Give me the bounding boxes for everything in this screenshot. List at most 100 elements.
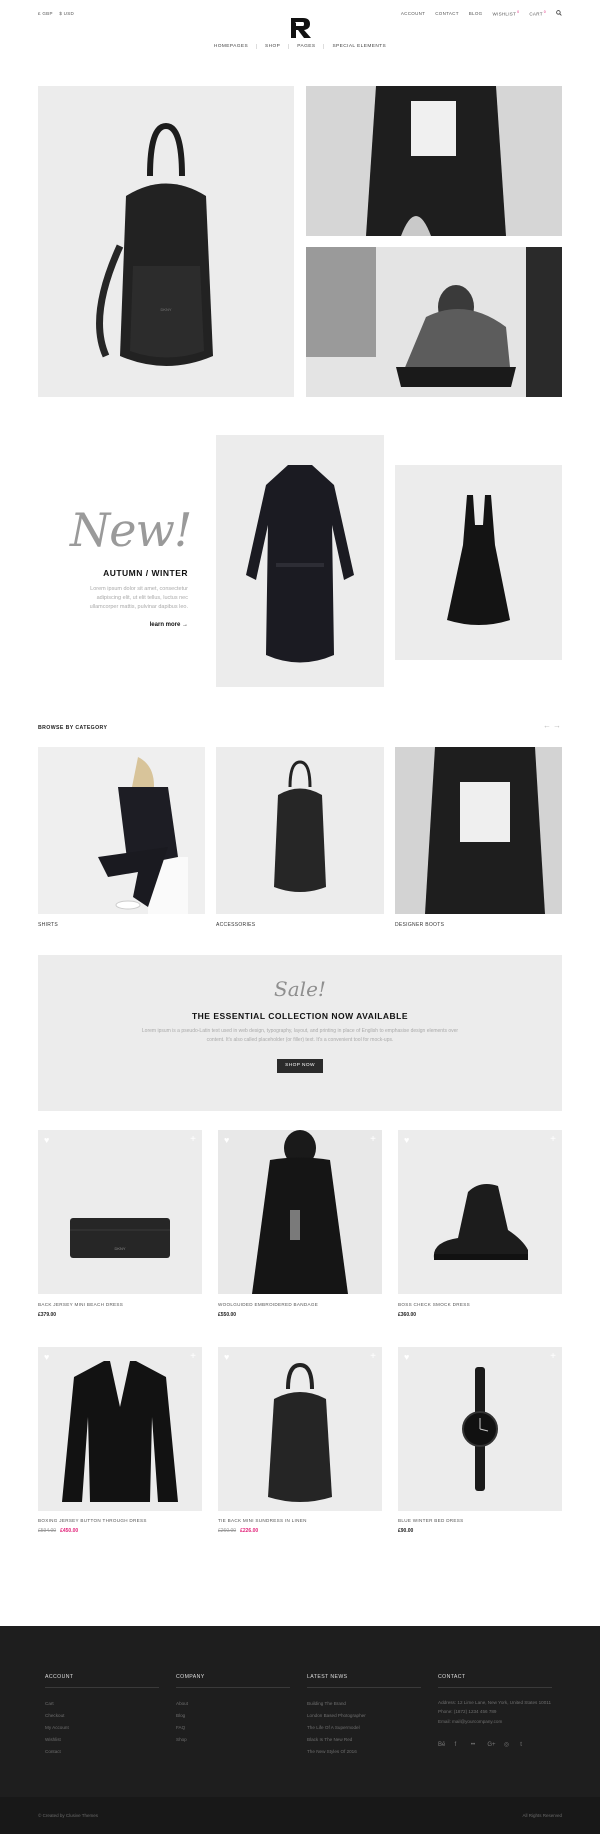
wishlist-heart-icon[interactable]: ♥ — [44, 1136, 53, 1145]
add-to-cart-icon[interactable]: + — [550, 1352, 556, 1362]
nav-shop[interactable]: SHOP — [256, 44, 288, 49]
shop-now-button[interactable]: SHOP NOW — [277, 1059, 323, 1073]
currency-gbp[interactable]: £ GBP — [38, 11, 53, 16]
promo-title: AUTUMN / WINTER — [103, 568, 188, 578]
divider — [45, 1687, 159, 1688]
wishlist-heart-icon[interactable]: ♥ — [404, 1136, 413, 1145]
product-card-image[interactable]: ♥ + — [218, 1130, 382, 1294]
google-plus-icon[interactable]: G+ — [487, 1742, 495, 1748]
product-card-image[interactable]: ♥ + — [398, 1130, 562, 1294]
category-shirts-image[interactable] — [38, 747, 205, 914]
footer-link[interactable]: Wishlist — [45, 1734, 159, 1746]
promo-coat-image[interactable] — [216, 435, 384, 687]
footer-col-news: LATEST NEWS Building The Brand London Ba… — [307, 1674, 421, 1758]
nav-pages[interactable]: PAGES — [288, 44, 323, 49]
product-price: £379.00 — [38, 1312, 56, 1318]
category-next-arrow[interactable]: → — [553, 721, 561, 730]
product-card-image[interactable]: DKNY ♥ + — [38, 1130, 202, 1294]
toplink-account[interactable]: ACCOUNT — [401, 11, 425, 16]
facebook-icon[interactable]: f — [454, 1742, 460, 1748]
add-to-cart-icon[interactable]: + — [370, 1352, 376, 1362]
top-links: ACCOUNT CONTACT BLOG WISHLIST0 CART0 — [401, 10, 562, 17]
currency-usd[interactable]: $ USD — [59, 11, 74, 16]
hero-model-image[interactable] — [306, 247, 562, 397]
footer-link[interactable]: Shop — [176, 1734, 290, 1746]
product-price-value: £550.00 — [218, 1312, 237, 1318]
wishlist-heart-icon[interactable]: ♥ — [224, 1353, 233, 1362]
site-logo[interactable] — [285, 16, 315, 40]
add-to-cart-icon[interactable]: + — [190, 1352, 196, 1362]
product-price: £90.00 — [398, 1528, 413, 1534]
contact-email[interactable]: Email: mail@yourcompany.com — [438, 1717, 552, 1727]
footer-link[interactable]: Building The Brand — [307, 1698, 421, 1710]
footer-link[interactable]: The New Styles Of 2016 — [307, 1746, 421, 1758]
product-card-image[interactable]: ♥ + — [398, 1347, 562, 1511]
twitter-icon[interactable]: t — [520, 1742, 526, 1748]
behance-icon[interactable]: Bē — [438, 1742, 445, 1748]
add-to-cart-icon[interactable]: + — [550, 1135, 556, 1145]
toplink-contact[interactable]: CONTACT — [435, 11, 459, 16]
product-card-image[interactable]: ♥ + — [218, 1347, 382, 1511]
category-shirts-label[interactable]: SHIRTS — [38, 922, 58, 928]
category-accessories-image[interactable] — [216, 747, 384, 914]
add-to-cart-icon[interactable]: + — [190, 1135, 196, 1145]
hero-backpack-image[interactable]: DKNY — [38, 86, 294, 397]
product-name[interactable]: BACK JERSEY MINI BEACH DRESS — [38, 1302, 123, 1307]
footer-contact-title: CONTACT — [438, 1674, 466, 1680]
copyright-bar: © Created by Clusive Themes All Rights R… — [0, 1797, 600, 1834]
footer-link[interactable]: Contact — [45, 1746, 159, 1758]
product-old-price: £594.00 — [38, 1528, 57, 1534]
wishlist-heart-icon[interactable]: ♥ — [224, 1136, 233, 1145]
product-price: £360.00 — [398, 1312, 416, 1318]
toplink-wishlist[interactable]: WISHLIST0 — [492, 10, 519, 17]
footer-link[interactable]: About — [176, 1698, 290, 1710]
social-links: Bē f •• G+ ◎ t — [438, 1733, 552, 1751]
instagram-icon[interactable]: ◎ — [504, 1742, 510, 1748]
category-prev-arrow[interactable]: ← — [543, 721, 551, 730]
footer-link[interactable]: London Based Photographer — [307, 1710, 421, 1722]
category-accessories-label[interactable]: ACCESSORIES — [216, 922, 255, 928]
toplink-cart[interactable]: CART0 — [529, 10, 546, 17]
footer-link[interactable]: Blog — [176, 1710, 290, 1722]
cart-count: 0 — [543, 10, 546, 15]
footer-link[interactable]: Cart — [45, 1698, 159, 1710]
product-old-price: £260.00 — [218, 1528, 237, 1534]
footer-account-title: ACCOUNT — [45, 1674, 74, 1680]
product-card-image[interactable]: ♥ + — [38, 1347, 202, 1511]
toplink-blog[interactable]: BLOG — [469, 11, 483, 16]
currency-switcher[interactable]: £ GBP $ USD — [38, 11, 79, 16]
wishlist-heart-icon[interactable]: ♥ — [44, 1353, 53, 1362]
copyright-text: © Created by Clusive Themes — [38, 1813, 99, 1818]
add-to-cart-icon[interactable]: + — [370, 1135, 376, 1145]
product-price-value: £450.00 — [60, 1528, 79, 1534]
footer-company-title: COMPANY — [176, 1674, 205, 1680]
product-name[interactable]: WOOLGUIDED EMBROIDERED BANDAGE — [218, 1302, 318, 1307]
nav-homepages[interactable]: HOMEPAGES — [206, 44, 256, 49]
footer-col-company: COMPANY About Blog FAQ Shop — [176, 1674, 290, 1746]
search-icon[interactable] — [556, 10, 562, 17]
promo-dress-image[interactable] — [395, 465, 562, 660]
wishlist-heart-icon[interactable]: ♥ — [404, 1353, 413, 1362]
product-name[interactable]: BOSS CHECK SMOCK DRESS — [398, 1302, 470, 1307]
footer-link[interactable]: The Life Of A Supermodel — [307, 1722, 421, 1734]
hero-sweater-image[interactable] — [306, 86, 562, 236]
sale-banner: Sale! THE ESSENTIAL COLLECTION NOW AVAIL… — [38, 955, 562, 1111]
product-name[interactable]: BOXING JERSEY BUTTON THROUGH DRESS — [38, 1518, 147, 1523]
flickr-icon[interactable]: •• — [471, 1742, 477, 1748]
contact-address: Address: 12 Lime Lane, New York, United … — [438, 1700, 552, 1705]
wishlist-count: 0 — [517, 10, 520, 15]
category-boots-image[interactable] — [395, 747, 562, 914]
footer-link[interactable]: FAQ — [176, 1722, 290, 1734]
footer-link[interactable]: Black Is The New Red — [307, 1734, 421, 1746]
footer-link[interactable]: Checkout — [45, 1710, 159, 1722]
category-boots-label[interactable]: DESIGNER BOOTS — [395, 922, 444, 928]
product-name[interactable]: BLUE WINTER BED DRESS — [398, 1518, 464, 1523]
nav-special-elements[interactable]: SPECIAL ELEMENTS — [323, 44, 394, 49]
product-price-value: £226.00 — [240, 1528, 259, 1534]
learn-more-link[interactable]: learn more → — [130, 622, 188, 628]
divider — [307, 1687, 421, 1688]
category-section-title: BROWSE BY CATEGORY — [38, 725, 108, 731]
sale-text: Lorem ipsum is a pseudo-Latin text used … — [141, 1028, 459, 1043]
footer-link[interactable]: My Account — [45, 1722, 159, 1734]
product-name[interactable]: TIE BACK MINI SUNDRESS IN LINEN — [218, 1518, 307, 1523]
